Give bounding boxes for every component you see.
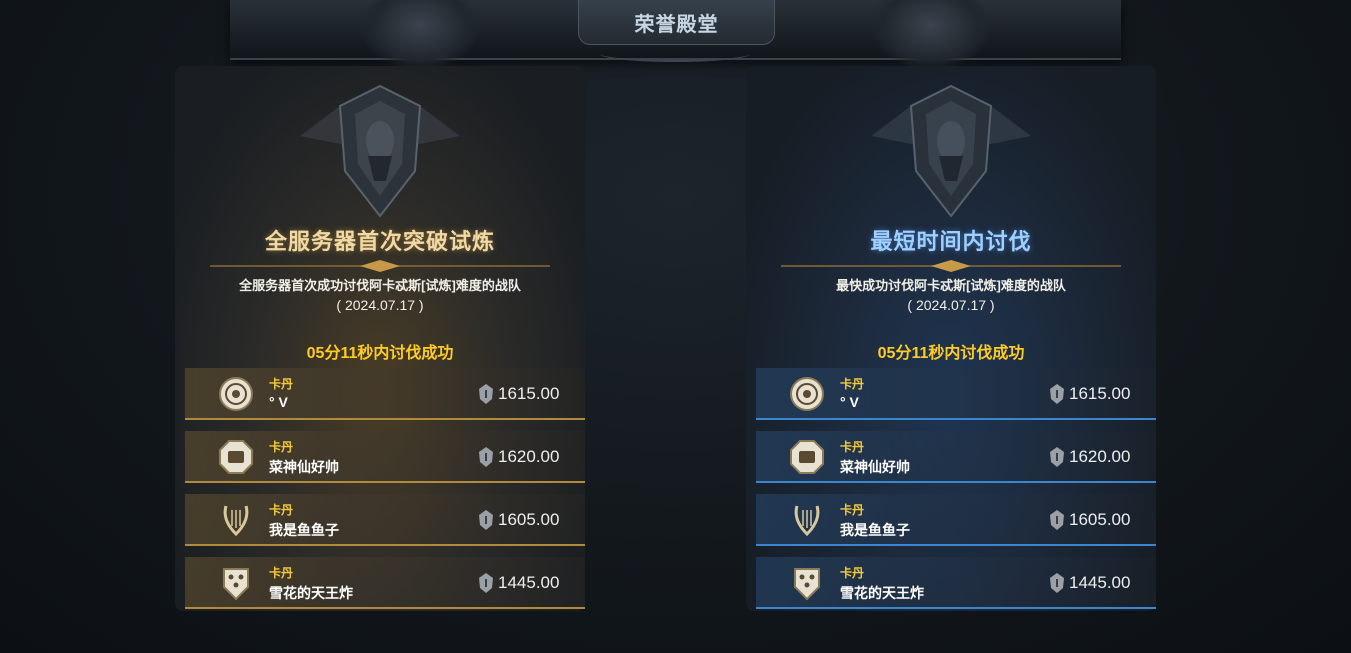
item-level-score: 1445.00 (1069, 573, 1131, 592)
member-row: 卡丹 ° V 1615.00 (185, 368, 585, 420)
member-row: 卡丹 菜神仙好帅 1620.00 (756, 431, 1156, 483)
round-seal-badge-icon (219, 377, 253, 411)
helmet-icon (1050, 447, 1064, 467)
guild-name: 卡丹 (269, 440, 294, 454)
guild-name: 卡丹 (269, 377, 294, 391)
helmet-icon (479, 510, 493, 530)
dragon-shield-badge-icon (794, 568, 820, 601)
panel-heading: 最短时间内讨伐 (870, 229, 1032, 254)
player-name: 我是鱼鱼子 (840, 522, 910, 538)
player-name: 我是鱼鱼子 (269, 522, 339, 538)
helmet-icon (1050, 510, 1064, 530)
item-level-score: 1620.00 (498, 447, 560, 466)
clear-time-result: 05分11秒内讨伐成功 (877, 345, 1025, 362)
panel-date: ( 2024.07.17 ) (336, 297, 424, 313)
ornament-divider-icon (210, 260, 550, 272)
knight-shield-emblem-icon (871, 84, 1031, 218)
item-level-score: 1605.00 (1069, 510, 1131, 529)
helmet-icon (1050, 573, 1064, 593)
title-plate: 荣誉殿堂 (578, 0, 775, 45)
lyre-badge-icon (794, 505, 820, 537)
panel-heading: 全服务器首次突破试炼 (264, 229, 495, 254)
round-seal-badge-icon (790, 377, 824, 411)
member-row: 卡丹 ° V 1615.00 (756, 368, 1156, 420)
member-row: 卡丹 我是鱼鱼子 1605.00 (756, 494, 1156, 546)
member-row: 卡丹 雪花的天王炸 1445.00 (185, 557, 585, 609)
helmet-icon (479, 573, 493, 593)
guild-name: 卡丹 (840, 440, 865, 454)
helmet-icon (479, 384, 493, 404)
helmet-icon (1050, 384, 1064, 404)
guild-name: 卡丹 (269, 566, 294, 580)
member-row: 卡丹 菜神仙好帅 1620.00 (185, 431, 585, 483)
guild-name: 卡丹 (840, 566, 865, 580)
lyre-badge-icon (223, 505, 249, 537)
item-level-score: 1615.00 (498, 384, 560, 403)
title-ornament (600, 46, 750, 62)
member-row: 卡丹 我是鱼鱼子 1605.00 (185, 494, 585, 546)
panel-description: 全服务器首次成功讨伐阿卡忒斯[试炼]难度的战队 (239, 278, 521, 293)
player-name: 雪花的天王炸 (269, 585, 353, 601)
member-list: 卡丹 ° V 1615.00 卡丹 菜神仙好帅 1620.00 卡丹 我是鱼鱼子… (185, 368, 585, 620)
player-name: ° V (269, 394, 288, 410)
item-level-score: 1445.00 (498, 573, 560, 592)
item-level-score: 1615.00 (1069, 384, 1131, 403)
item-level-score: 1605.00 (498, 510, 560, 529)
guild-name: 卡丹 (840, 503, 865, 517)
guild-name: 卡丹 (840, 377, 865, 391)
octagon-fist-badge-icon (790, 440, 824, 474)
helmet-icon (479, 447, 493, 467)
ornament-divider-icon (781, 260, 1121, 272)
player-name: 雪花的天王炸 (840, 585, 924, 601)
player-name: 菜神仙好帅 (840, 459, 910, 475)
first-clear-panel: 全服务器首次突破试炼 全服务器首次成功讨伐阿卡忒斯[试炼]难度的战队 ( 202… (175, 66, 585, 611)
player-name: 菜神仙好帅 (269, 459, 339, 475)
member-list: 卡丹 ° V 1615.00 卡丹 菜神仙好帅 1620.00 卡丹 我是鱼鱼子… (756, 368, 1156, 620)
dragon-shield-badge-icon (223, 568, 249, 601)
item-level-score: 1620.00 (1069, 447, 1131, 466)
panel-date: ( 2024.07.17 ) (907, 297, 995, 313)
member-row: 卡丹 雪花的天王炸 1445.00 (756, 557, 1156, 609)
clear-time-result: 05分11秒内讨伐成功 (306, 345, 454, 362)
panel-description: 最快成功讨伐阿卡忒斯[试炼]难度的战队 (836, 278, 1066, 293)
page-title: 荣誉殿堂 (634, 13, 719, 36)
octagon-fist-badge-icon (219, 440, 253, 474)
fastest-clear-panel: 最短时间内讨伐 最快成功讨伐阿卡忒斯[试炼]难度的战队 ( 2024.07.17… (746, 66, 1156, 611)
guild-name: 卡丹 (269, 503, 294, 517)
knight-shield-emblem-icon (300, 84, 460, 218)
player-name: ° V (840, 394, 859, 410)
